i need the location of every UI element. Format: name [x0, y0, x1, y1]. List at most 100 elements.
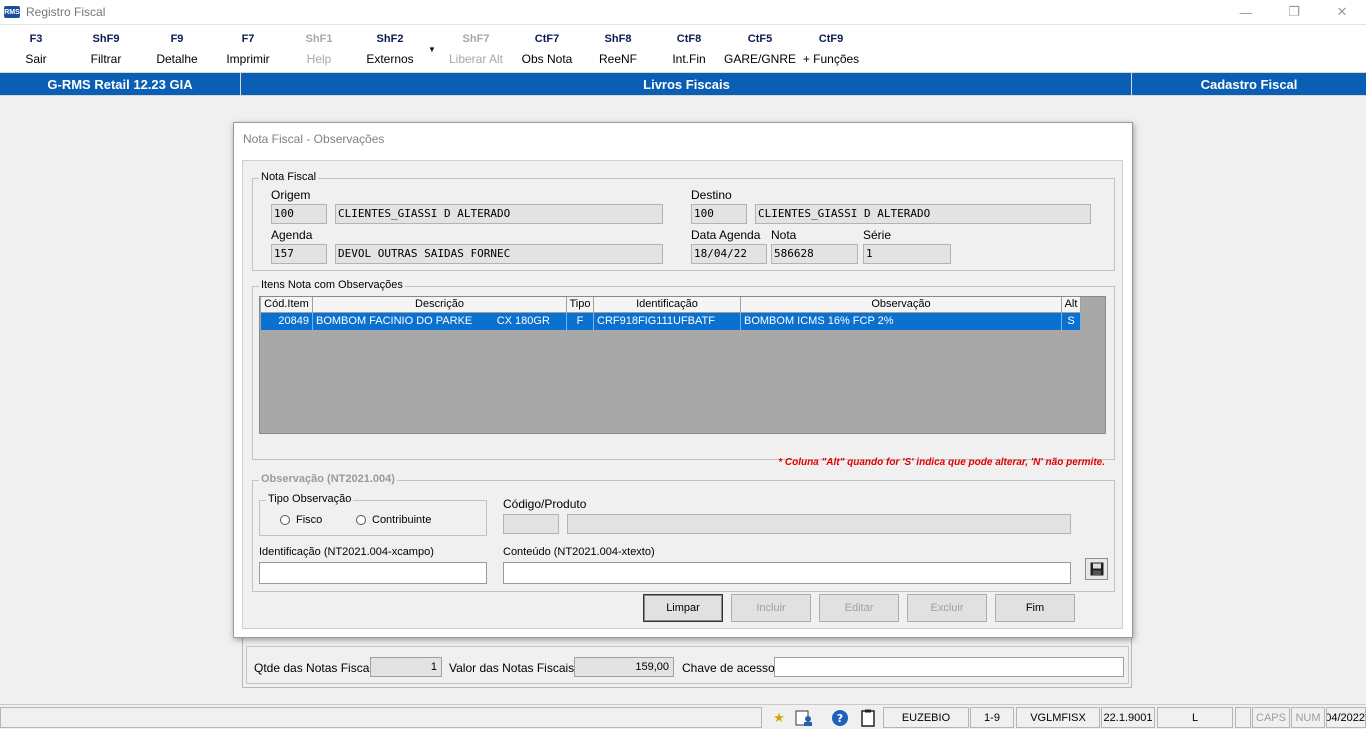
toolbar-int-fin-button[interactable]: CtF8 Int.Fin	[649, 33, 729, 66]
chave-label: Chave de acesso:	[682, 661, 779, 675]
dialog-title: Nota Fiscal - Observações	[243, 132, 385, 146]
cell-tipo: F	[567, 313, 594, 330]
toolbar-sair-button[interactable]: F3 Sair	[0, 33, 76, 66]
product-version: G-RMS Retail 12.23 GIA	[0, 73, 241, 95]
qtde-field: 1	[370, 657, 442, 677]
status-date: 18/04/2022	[1326, 707, 1366, 728]
summary-panel: Qtde das Notas Fiscais: 1 Valor das Nota…	[246, 646, 1129, 684]
agenda-label: Agenda	[271, 228, 313, 242]
status-page: 1-9	[970, 707, 1014, 728]
limpar-button[interactable]: Limpar	[643, 594, 723, 622]
origem-code-field: 100	[271, 204, 327, 224]
col-tipo[interactable]: Tipo	[567, 297, 594, 313]
serie-label: Série	[863, 228, 892, 242]
conteudo-input[interactable]	[503, 562, 1071, 584]
destino-name-field: CLIENTES_GIASSI D ALTERADO	[755, 204, 1091, 224]
module-header: G-RMS Retail 12.23 GIA Livros Fiscais Ca…	[0, 72, 1366, 96]
nota-fiscal-group-label: Nota Fiscal	[259, 171, 319, 183]
table-row[interactable]: 20849 BOMBOM FACINIO DO PARKE CX 180GR F…	[261, 313, 1081, 330]
toolbar-imprimir-button[interactable]: F7 Imprimir	[208, 33, 288, 66]
status-version: 22.1.9001	[1101, 707, 1155, 728]
data-agenda-field: 18/04/22	[691, 244, 767, 264]
status-caps: CAPS	[1252, 707, 1290, 728]
observacoes-dialog: Nota Fiscal - Observações Nota Fiscal Or…	[233, 122, 1133, 638]
status-message	[0, 707, 762, 728]
alt-column-note: * Coluna "Alt" quando for 'S' indica que…	[778, 457, 1105, 468]
destino-label: Destino	[691, 188, 732, 202]
produto-field	[567, 514, 1071, 534]
toolbar-liberar-alt-button[interactable]: ShF7 Liberar Alt	[436, 33, 516, 66]
module-title: Livros Fiscais	[643, 76, 730, 92]
help-icon[interactable]: ?	[829, 707, 851, 728]
codigo-field	[503, 514, 559, 534]
user-document-icon[interactable]	[793, 707, 815, 728]
function-toolbar: F3 Sair ShF9 Filtrar F9 Detalhe F7 Imprimir …	[0, 24, 1366, 72]
qtde-label: Qtde das Notas Fiscais:	[254, 661, 382, 675]
externos-dropdown-icon[interactable]: ▼	[428, 45, 436, 54]
clipboard-svg	[861, 709, 875, 727]
toolbar-detalhe-button[interactable]: F9 Detalhe	[137, 33, 217, 66]
agenda-code-field: 157	[271, 244, 327, 264]
app-logo: RMS	[4, 6, 20, 18]
toolbar-filtrar-button[interactable]: ShF9 Filtrar	[66, 33, 146, 66]
conteudo-label: Conteúdo (NT2021.004-xtexto)	[503, 546, 655, 558]
identificacao-input[interactable]	[259, 562, 487, 584]
tipo-observacao-group: Tipo Observação Fisco Contribuinte	[259, 493, 487, 536]
status-empty	[1235, 707, 1251, 728]
observacao-group-label: Observação (NT2021.004)	[259, 473, 397, 485]
agenda-name-field: DEVOL OUTRAS SAIDAS FORNEC	[335, 244, 663, 264]
origem-label: Origem	[271, 188, 311, 202]
nota-fiscal-group: Nota Fiscal Origem 100 CLIENTES_GIASSI D…	[252, 171, 1115, 271]
toolbar-externos-button[interactable]: ShF2 Externos	[350, 33, 430, 66]
radio-contribuinte-circle[interactable]	[356, 515, 366, 525]
itens-grid[interactable]: Cód.Item Descrição Tipo Identificação Ob…	[259, 296, 1106, 434]
floppy-disk-icon	[1090, 562, 1103, 576]
cell-descricao: BOMBOM FACINIO DO PARKE CX 180GR	[313, 313, 567, 330]
status-mode: L	[1157, 707, 1233, 728]
valor-label: Valor das Notas Fiscais:	[449, 661, 578, 675]
observacao-group: Observação (NT2021.004) Tipo Observação …	[252, 473, 1115, 592]
close-icon[interactable]: ✕	[1318, 0, 1366, 24]
cell-identificacao: CRF918FIG111UFBATF	[594, 313, 741, 330]
radio-fisco-label: Fisco	[296, 514, 323, 526]
cell-alt: S	[1062, 313, 1081, 330]
toolbar-help-button[interactable]: ShF1 Help	[279, 33, 359, 66]
clipboard-icon[interactable]	[857, 707, 879, 728]
nota-field: 586628	[771, 244, 858, 264]
chave-input[interactable]	[774, 657, 1124, 677]
toolbar-obs-nota-button[interactable]: CtF7 Obs Nota	[507, 33, 587, 66]
cell-cod-item: 20849	[261, 313, 313, 330]
col-identificacao[interactable]: Identificação	[594, 297, 741, 313]
star-icon[interactable]: ★	[768, 707, 790, 728]
minimize-icon[interactable]: —	[1222, 0, 1270, 24]
editar-button[interactable]: Editar	[819, 594, 899, 622]
origem-name-field: CLIENTES_GIASSI D ALTERADO	[335, 204, 663, 224]
toolbar-mais-funcoes-button[interactable]: CtF9 + Funções	[791, 33, 871, 66]
tipo-observacao-label: Tipo Observação	[266, 493, 354, 505]
radio-fisco[interactable]: Fisco	[280, 514, 322, 526]
window-title: Registro Fiscal	[26, 5, 106, 19]
col-observacao[interactable]: Observação	[741, 297, 1062, 313]
serie-field: 1	[863, 244, 951, 264]
radio-contribuinte-label: Contribuinte	[372, 514, 432, 526]
dialog-body: Nota Fiscal Origem 100 CLIENTES_GIASSI D…	[242, 160, 1123, 629]
status-bar: ★ ? EUZEBIO 1-9 VGLMFISX 22.1.9001 L CAP…	[0, 704, 1366, 729]
grid-header: Cód.Item Descrição Tipo Identificação Ob…	[261, 297, 1081, 313]
toolbar-reenf-button[interactable]: ShF8 ReeNF	[578, 33, 658, 66]
fim-button[interactable]: Fim	[995, 594, 1075, 622]
excluir-button[interactable]: Excluir	[907, 594, 987, 622]
restore-icon[interactable]: ❐	[1270, 0, 1318, 24]
col-cod-item[interactable]: Cód.Item	[261, 297, 313, 313]
incluir-button[interactable]: Incluir	[731, 594, 811, 622]
status-program: VGLMFISX	[1016, 707, 1100, 728]
status-num: NUM	[1291, 707, 1325, 728]
radio-contribuinte[interactable]: Contribuinte	[356, 514, 431, 526]
itens-group-label: Itens Nota com Observações	[259, 279, 405, 291]
radio-fisco-circle[interactable]	[280, 515, 290, 525]
save-button[interactable]	[1085, 558, 1108, 580]
valor-field: 159,00	[574, 657, 674, 677]
submodule-title: Cadastro Fiscal	[1131, 73, 1366, 95]
toolbar-gare-gnre-button[interactable]: CtF5 GARE/GNRE	[720, 33, 800, 66]
col-descricao[interactable]: Descrição	[313, 297, 567, 313]
col-alt[interactable]: Alt	[1062, 297, 1081, 313]
